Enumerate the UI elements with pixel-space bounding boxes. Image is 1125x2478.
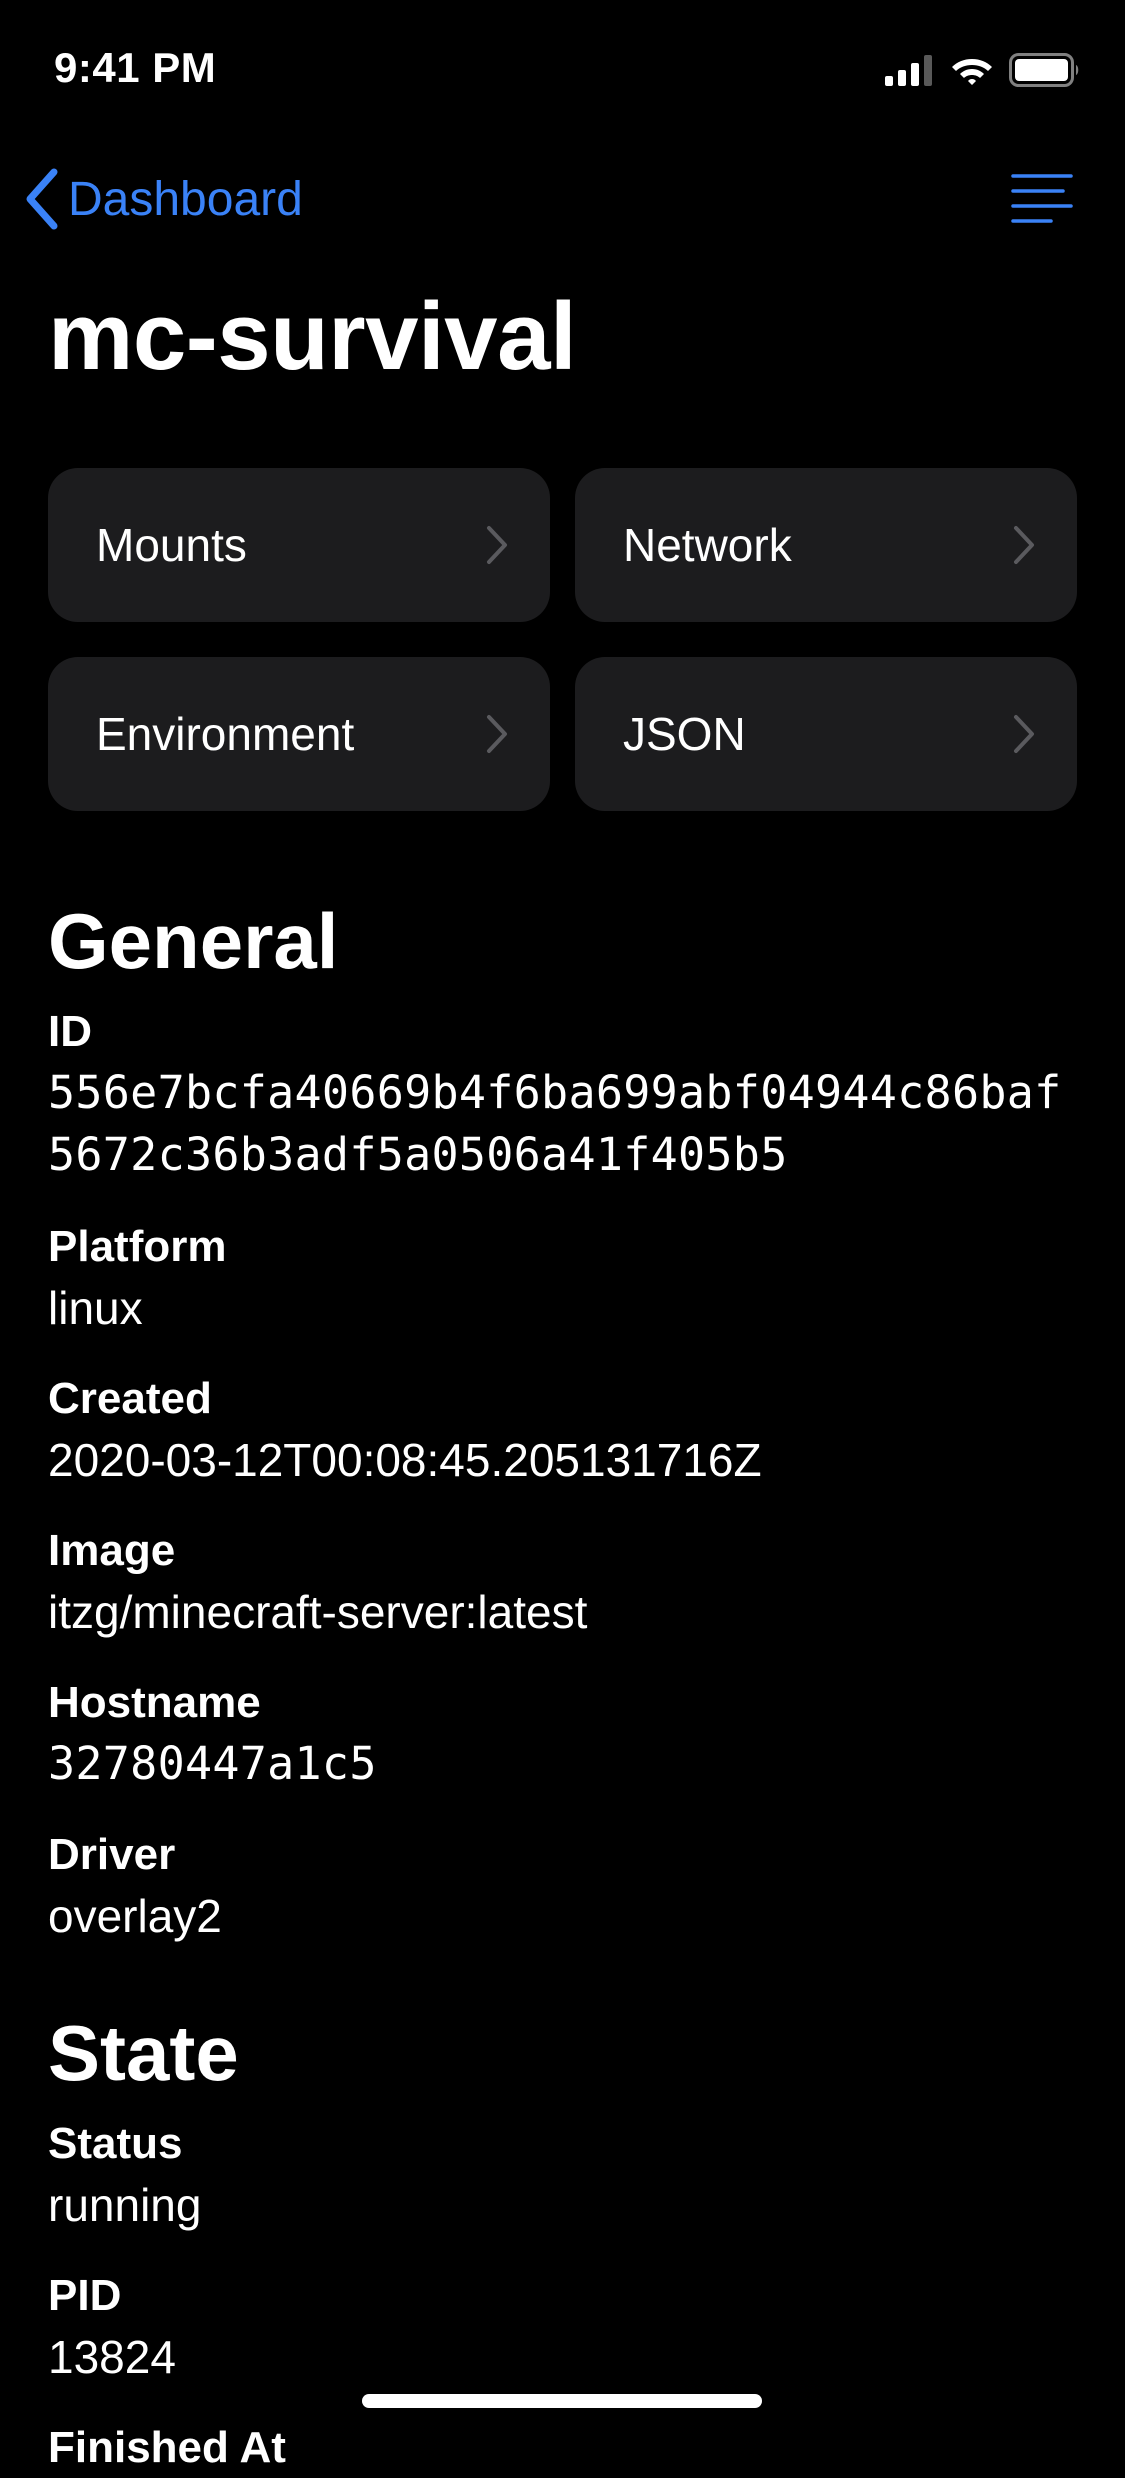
field-label: Created bbox=[48, 1374, 212, 1423]
chevron-right-icon bbox=[1014, 526, 1034, 564]
tile-label: Network bbox=[623, 519, 792, 571]
status-bar: 9:41 PM bbox=[0, 0, 1125, 132]
field-label: Status bbox=[48, 2119, 183, 2168]
cellular-signal-icon bbox=[885, 55, 932, 86]
field-label: Hostname bbox=[48, 1678, 261, 1727]
chevron-left-icon bbox=[26, 168, 58, 230]
field-value: linux bbox=[48, 1282, 143, 1334]
tile-label: JSON bbox=[623, 708, 746, 760]
field-value: overlay2 bbox=[48, 1890, 222, 1942]
field-created: Created 2020-03-12T00:08:45.205131716Z bbox=[48, 1369, 1088, 1491]
field-value: itzg/minecraft-server:latest bbox=[48, 1586, 588, 1638]
status-time: 9:41 PM bbox=[54, 44, 217, 91]
field-image: Image itzg/minecraft-server:latest bbox=[48, 1521, 1088, 1643]
page-title: mc-survival bbox=[48, 283, 577, 390]
chevron-right-icon bbox=[487, 715, 507, 753]
field-label: Driver bbox=[48, 1830, 176, 1879]
back-button-label: Dashboard bbox=[68, 172, 303, 226]
home-indicator[interactable] bbox=[362, 2394, 762, 2408]
menu-button[interactable] bbox=[1011, 172, 1073, 226]
tile-label: Environment bbox=[96, 708, 355, 760]
field-label: Image bbox=[48, 1526, 176, 1575]
field-finished-at: Finished At bbox=[48, 2418, 1088, 2478]
status-icons bbox=[885, 50, 1081, 90]
mounts-tile[interactable]: Mounts bbox=[48, 468, 550, 622]
menu-lines-icon bbox=[1011, 174, 1073, 223]
field-status: Status running bbox=[48, 2114, 1088, 2236]
field-driver: Driver overlay2 bbox=[48, 1825, 1088, 1947]
field-label: ID bbox=[48, 1007, 92, 1056]
battery-icon bbox=[1009, 53, 1079, 87]
field-pid: PID 13824 bbox=[48, 2266, 1088, 2388]
field-id: ID 556e7bcfa40669b4f6ba699abf04944c86baf… bbox=[48, 1002, 1088, 1186]
field-value: 32780447a1c5 bbox=[48, 1737, 377, 1790]
field-hostname: Hostname 32780447a1c5 bbox=[48, 1673, 1088, 1795]
field-label: Finished At bbox=[48, 2423, 286, 2472]
field-label: PID bbox=[48, 2271, 122, 2320]
section-heading-general: General bbox=[48, 897, 339, 985]
field-value: 13824 bbox=[48, 2331, 176, 2383]
field-label: Platform bbox=[48, 1222, 227, 1271]
json-tile[interactable]: JSON bbox=[575, 657, 1077, 811]
section-heading-state: State bbox=[48, 2009, 239, 2097]
field-platform: Platform linux bbox=[48, 1217, 1088, 1339]
field-value: running bbox=[48, 2179, 202, 2231]
environment-tile[interactable]: Environment bbox=[48, 657, 550, 811]
network-tile[interactable]: Network bbox=[575, 468, 1077, 622]
back-button[interactable]: Dashboard bbox=[24, 166, 303, 232]
chevron-right-icon bbox=[1014, 715, 1034, 753]
tile-label: Mounts bbox=[96, 519, 247, 571]
field-value: 2020-03-12T00:08:45.205131716Z bbox=[48, 1434, 762, 1486]
field-value: 556e7bcfa40669b4f6ba699abf04944c86baf567… bbox=[48, 1066, 1062, 1181]
chevron-right-icon bbox=[487, 526, 507, 564]
wifi-icon bbox=[952, 59, 992, 85]
